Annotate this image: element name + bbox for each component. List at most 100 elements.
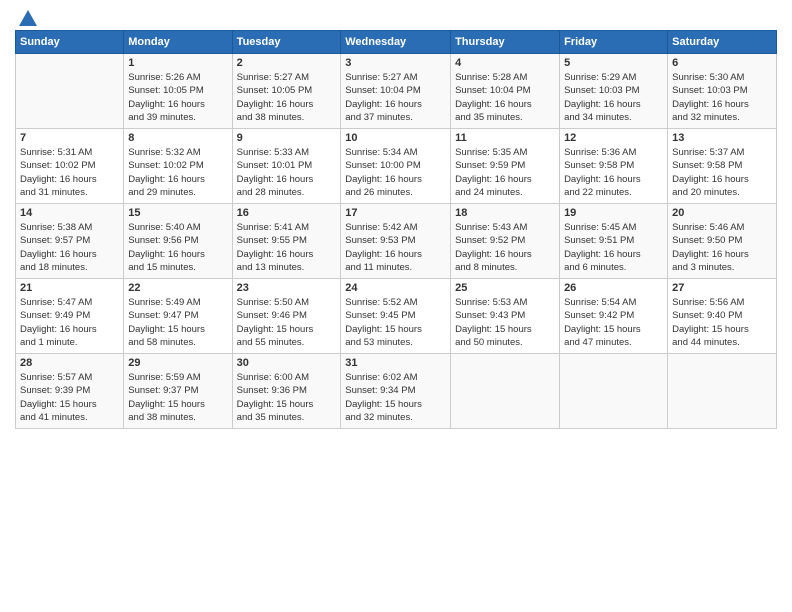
cell-content: Sunrise: 5:49 AM Sunset: 9:47 PM Dayligh…: [128, 296, 227, 349]
day-number: 22: [128, 282, 227, 294]
calendar-cell: 13 Sunrise: 5:37 AM Sunset: 9:58 PM Dayli…: [668, 129, 777, 204]
day-number: 25: [455, 282, 555, 294]
cell-content: Sunrise: 5:42 AM Sunset: 9:53 PM Dayligh…: [345, 221, 446, 274]
logo: [15, 10, 39, 26]
cell-content: Sunrise: 6:00 AM Sunset: 9:36 PM Dayligh…: [237, 371, 337, 424]
day-number: 18: [455, 207, 555, 219]
cell-content: Sunrise: 5:56 AM Sunset: 9:40 PM Dayligh…: [672, 296, 772, 349]
cell-content: Sunrise: 5:26 AM Sunset: 10:05 PM Daylig…: [128, 71, 227, 124]
day-number: 27: [672, 282, 772, 294]
calendar-week-row: 7 Sunrise: 5:31 AM Sunset: 10:02 PM Dayli…: [16, 129, 777, 204]
cell-content: Sunrise: 5:46 AM Sunset: 9:50 PM Dayligh…: [672, 221, 772, 274]
cell-content: Sunrise: 5:28 AM Sunset: 10:04 PM Daylig…: [455, 71, 555, 124]
calendar-cell: [560, 354, 668, 429]
cell-content: Sunrise: 5:59 AM Sunset: 9:37 PM Dayligh…: [128, 371, 227, 424]
day-number: 24: [345, 282, 446, 294]
day-number: 13: [672, 132, 772, 144]
calendar-cell: 31 Sunrise: 6:02 AM Sunset: 9:34 PM Dayli…: [341, 354, 451, 429]
calendar-cell: 16Sunrise: 5:41 AM Sunset: 9:55 PM Dayli…: [232, 204, 341, 279]
day-number: 6: [672, 57, 772, 69]
calendar-cell: 27 Sunrise: 5:56 AM Sunset: 9:40 PM Dayli…: [668, 279, 777, 354]
day-number: 31: [345, 357, 446, 369]
cell-content: Sunrise: 5:52 AM Sunset: 9:45 PM Dayligh…: [345, 296, 446, 349]
cell-content: Sunrise: 5:27 AM Sunset: 10:05 PM Daylig…: [237, 71, 337, 124]
calendar-week-row: 14 Sunrise: 5:38 AM Sunset: 9:57 PM Dayli…: [16, 204, 777, 279]
cell-content: Sunrise: 5:30 AM Sunset: 10:03 PM Daylig…: [672, 71, 772, 124]
cell-content: Sunrise: 5:41 AM Sunset: 9:55 PM Dayligh…: [237, 221, 337, 274]
day-number: 7: [20, 132, 119, 144]
calendar-cell: 24 Sunrise: 5:52 AM Sunset: 9:45 PM Dayli…: [341, 279, 451, 354]
calendar-cell: 19 Sunrise: 5:45 AM Sunset: 9:51 PM Dayli…: [560, 204, 668, 279]
calendar-table: SundayMondayTuesdayWednesdayThursdayFrid…: [15, 30, 777, 429]
calendar-cell: 25Sunrise: 5:53 AM Sunset: 9:43 PM Dayli…: [451, 279, 560, 354]
calendar-cell: [451, 354, 560, 429]
calendar-cell: 30 Sunrise: 6:00 AM Sunset: 9:36 PM Dayli…: [232, 354, 341, 429]
calendar-cell: 9Sunrise: 5:33 AM Sunset: 10:01 PM Dayli…: [232, 129, 341, 204]
calendar-cell: 11 Sunrise: 5:35 AM Sunset: 9:59 PM Dayli…: [451, 129, 560, 204]
calendar-cell: 4 Sunrise: 5:28 AM Sunset: 10:04 PM Dayli…: [451, 54, 560, 129]
calendar-cell: 18 Sunrise: 5:43 AM Sunset: 9:52 PM Dayli…: [451, 204, 560, 279]
cell-content: Sunrise: 5:43 AM Sunset: 9:52 PM Dayligh…: [455, 221, 555, 274]
day-number: 15: [128, 207, 227, 219]
cell-content: Sunrise: 5:36 AM Sunset: 9:58 PM Dayligh…: [564, 146, 663, 199]
weekday-header-thursday: Thursday: [451, 31, 560, 54]
day-number: 8: [128, 132, 227, 144]
cell-content: Sunrise: 5:35 AM Sunset: 9:59 PM Dayligh…: [455, 146, 555, 199]
calendar-cell: 23 Sunrise: 5:50 AM Sunset: 9:46 PM Dayli…: [232, 279, 341, 354]
cell-content: Sunrise: 5:47 AM Sunset: 9:49 PM Dayligh…: [20, 296, 119, 349]
day-number: 2: [237, 57, 337, 69]
calendar-cell: [668, 354, 777, 429]
cell-content: Sunrise: 5:34 AM Sunset: 10:00 PM Daylig…: [345, 146, 446, 199]
calendar-cell: 15 Sunrise: 5:40 AM Sunset: 9:56 PM Dayli…: [124, 204, 232, 279]
day-number: 3: [345, 57, 446, 69]
cell-content: Sunrise: 5:54 AM Sunset: 9:42 PM Dayligh…: [564, 296, 663, 349]
calendar-cell: 28Sunrise: 5:57 AM Sunset: 9:39 PM Dayli…: [16, 354, 124, 429]
weekday-header-wednesday: Wednesday: [341, 31, 451, 54]
calendar-week-row: 28Sunrise: 5:57 AM Sunset: 9:39 PM Dayli…: [16, 354, 777, 429]
cell-content: Sunrise: 6:02 AM Sunset: 9:34 PM Dayligh…: [345, 371, 446, 424]
calendar-cell: 17Sunrise: 5:42 AM Sunset: 9:53 PM Dayli…: [341, 204, 451, 279]
calendar-cell: 3Sunrise: 5:27 AM Sunset: 10:04 PM Dayli…: [341, 54, 451, 129]
calendar-cell: 6 Sunrise: 5:30 AM Sunset: 10:03 PM Dayli…: [668, 54, 777, 129]
weekday-header-sunday: Sunday: [16, 31, 124, 54]
weekday-header-friday: Friday: [560, 31, 668, 54]
calendar-week-row: 21 Sunrise: 5:47 AM Sunset: 9:49 PM Dayli…: [16, 279, 777, 354]
day-number: 5: [564, 57, 663, 69]
calendar-cell: 26 Sunrise: 5:54 AM Sunset: 9:42 PM Dayli…: [560, 279, 668, 354]
calendar-cell: 2 Sunrise: 5:27 AM Sunset: 10:05 PM Dayli…: [232, 54, 341, 129]
day-number: 29: [128, 357, 227, 369]
day-number: 1: [128, 57, 227, 69]
day-number: 23: [237, 282, 337, 294]
cell-content: Sunrise: 5:37 AM Sunset: 9:58 PM Dayligh…: [672, 146, 772, 199]
day-number: 21: [20, 282, 119, 294]
calendar-cell: 20 Sunrise: 5:46 AM Sunset: 9:50 PM Dayli…: [668, 204, 777, 279]
calendar-cell: 5 Sunrise: 5:29 AM Sunset: 10:03 PM Dayli…: [560, 54, 668, 129]
header: [15, 10, 777, 26]
calendar-cell: 14 Sunrise: 5:38 AM Sunset: 9:57 PM Dayli…: [16, 204, 124, 279]
day-number: 20: [672, 207, 772, 219]
day-number: 19: [564, 207, 663, 219]
cell-content: Sunrise: 5:57 AM Sunset: 9:39 PM Dayligh…: [20, 371, 119, 424]
cell-content: Sunrise: 5:38 AM Sunset: 9:57 PM Dayligh…: [20, 221, 119, 274]
weekday-header-monday: Monday: [124, 31, 232, 54]
calendar-cell: 21 Sunrise: 5:47 AM Sunset: 9:49 PM Dayli…: [16, 279, 124, 354]
day-number: 14: [20, 207, 119, 219]
day-number: 12: [564, 132, 663, 144]
calendar-cell: 12 Sunrise: 5:36 AM Sunset: 9:58 PM Dayli…: [560, 129, 668, 204]
cell-content: Sunrise: 5:29 AM Sunset: 10:03 PM Daylig…: [564, 71, 663, 124]
weekday-header-saturday: Saturday: [668, 31, 777, 54]
calendar-cell: 10Sunrise: 5:34 AM Sunset: 10:00 PM Dayl…: [341, 129, 451, 204]
weekday-header-row: SundayMondayTuesdayWednesdayThursdayFrid…: [16, 31, 777, 54]
cell-content: Sunrise: 5:40 AM Sunset: 9:56 PM Dayligh…: [128, 221, 227, 274]
calendar-cell: [16, 54, 124, 129]
calendar-page: SundayMondayTuesdayWednesdayThursdayFrid…: [0, 0, 792, 612]
logo-icon: [17, 8, 39, 30]
day-number: 30: [237, 357, 337, 369]
calendar-cell: 7 Sunrise: 5:31 AM Sunset: 10:02 PM Dayli…: [16, 129, 124, 204]
day-number: 4: [455, 57, 555, 69]
cell-content: Sunrise: 5:45 AM Sunset: 9:51 PM Dayligh…: [564, 221, 663, 274]
day-number: 11: [455, 132, 555, 144]
cell-content: Sunrise: 5:50 AM Sunset: 9:46 PM Dayligh…: [237, 296, 337, 349]
day-number: 26: [564, 282, 663, 294]
cell-content: Sunrise: 5:31 AM Sunset: 10:02 PM Daylig…: [20, 146, 119, 199]
